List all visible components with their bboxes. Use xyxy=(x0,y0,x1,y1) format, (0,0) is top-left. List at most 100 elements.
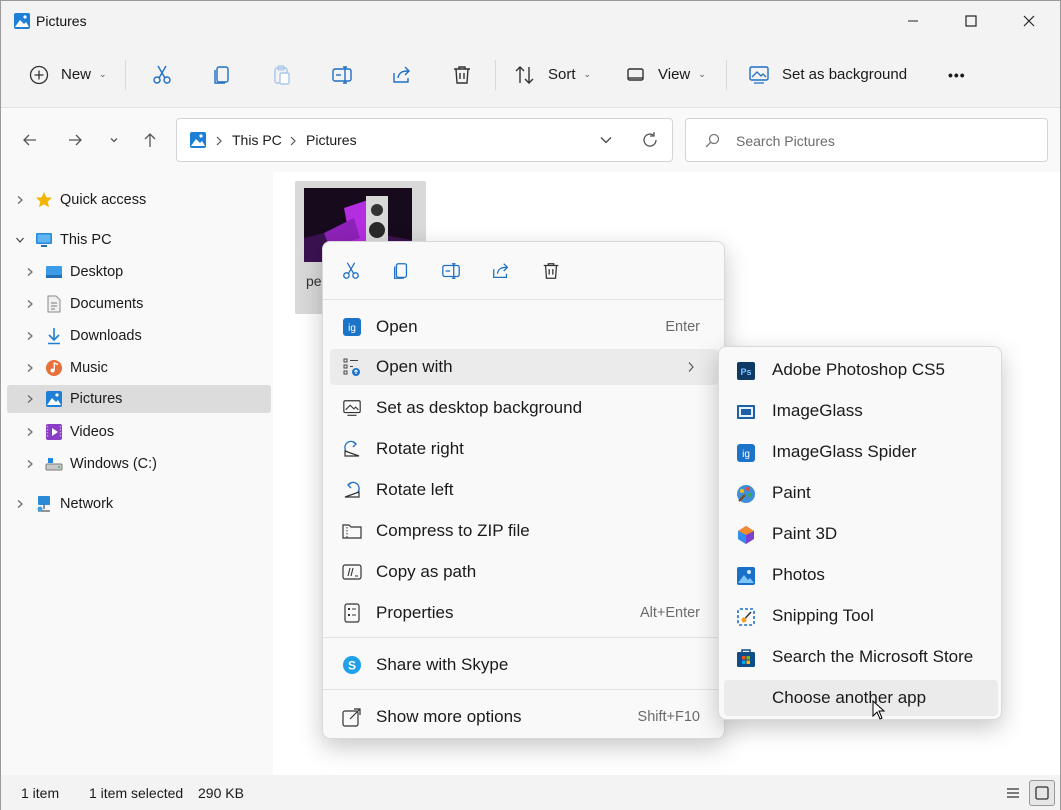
show-more-icon xyxy=(342,708,361,727)
address-bar[interactable]: This PC Pictures xyxy=(176,118,673,162)
details-view-icon xyxy=(1007,788,1019,798)
forward-button[interactable] xyxy=(63,128,87,152)
sidebar-item-documents[interactable]: Documents xyxy=(7,290,271,318)
sidebar-item-music[interactable]: Music xyxy=(7,354,271,382)
back-button[interactable] xyxy=(18,128,42,152)
context-delete-button[interactable] xyxy=(539,259,563,283)
menu-item-open-with[interactable]: Open with xyxy=(330,349,718,385)
sidebar-item-videos[interactable]: Videos xyxy=(7,418,271,446)
new-button[interactable]: New ⌄ xyxy=(29,41,107,108)
menu-item-rotate-right[interactable]: Rotate right xyxy=(330,431,718,467)
paste-button[interactable] xyxy=(271,41,293,108)
breadcrumb-pictures[interactable]: Pictures xyxy=(306,132,357,148)
context-cut-button[interactable] xyxy=(339,259,363,283)
copy-button[interactable] xyxy=(211,41,233,108)
view-button[interactable]: View ⌄ xyxy=(626,41,706,108)
arrow-up-icon xyxy=(144,133,156,147)
submenu-item-imageglass[interactable]: ImageGlass xyxy=(724,393,998,429)
menu-item-rotate-left[interactable]: Rotate left xyxy=(330,472,718,508)
chevron-right-icon[interactable] xyxy=(25,299,35,309)
share-icon xyxy=(393,66,410,83)
drive-icon xyxy=(45,458,63,471)
recent-locations-button[interactable] xyxy=(102,128,126,152)
share-icon xyxy=(493,263,509,278)
view-label: View xyxy=(658,66,691,83)
details-view-button[interactable] xyxy=(1003,783,1023,803)
photos-icon xyxy=(737,567,755,585)
chevron-right-icon[interactable] xyxy=(25,363,35,373)
rename-icon xyxy=(332,65,352,84)
chevron-right-icon[interactable] xyxy=(25,394,35,404)
menu-item-label: Open xyxy=(376,317,418,336)
star-icon xyxy=(36,192,52,208)
submenu-item-choose-another-app[interactable]: Choose another app xyxy=(724,680,998,716)
ellipsis-icon: ••• xyxy=(948,66,966,83)
chevron-right-icon[interactable] xyxy=(15,195,25,205)
breadcrumb-this-pc[interactable]: This PC xyxy=(232,132,282,148)
share-button[interactable] xyxy=(391,41,413,108)
paste-icon xyxy=(274,64,290,85)
menu-item-compress-zip[interactable]: Compress to ZIP file xyxy=(330,513,718,549)
submenu-item-microsoft-store[interactable]: Search the Microsoft Store xyxy=(724,639,998,675)
more-options-button[interactable]: ••• xyxy=(948,41,966,108)
sidebar-item-network[interactable]: Network xyxy=(7,490,271,518)
close-button[interactable] xyxy=(1000,1,1058,41)
menu-item-share-skype[interactable]: S Share with Skype xyxy=(330,647,718,683)
desktop-background-icon xyxy=(749,65,769,84)
cut-button[interactable] xyxy=(151,41,173,108)
context-rename-button[interactable] xyxy=(439,259,463,283)
download-arrow-icon xyxy=(48,328,60,345)
item-count: 1 item xyxy=(21,785,60,801)
rename-button[interactable] xyxy=(331,41,353,108)
file-name[interactable]: pe xyxy=(306,273,322,289)
chevron-right-icon xyxy=(688,362,694,372)
sidebar-item-quick-access[interactable]: Quick access xyxy=(7,186,271,214)
imageglass-spider-icon: ig xyxy=(737,444,755,462)
up-button[interactable] xyxy=(138,128,162,152)
submenu-item-paint[interactable]: Paint xyxy=(724,475,998,511)
sidebar-item-windows-c[interactable]: Windows (C:) xyxy=(7,450,271,478)
chevron-right-icon[interactable] xyxy=(25,459,35,469)
chevron-right-icon[interactable] xyxy=(25,331,35,341)
submenu-item-photos[interactable]: Photos xyxy=(724,557,998,593)
svg-text:ig: ig xyxy=(742,449,750,460)
maximize-button[interactable] xyxy=(942,1,1000,41)
sidebar-item-downloads[interactable]: Downloads xyxy=(7,322,271,350)
menu-item-properties[interactable]: Properties Alt+Enter xyxy=(330,595,718,631)
menu-item-copy-as-path[interactable]: Copy as path xyxy=(330,554,718,590)
chevron-right-icon[interactable] xyxy=(25,427,35,437)
sort-button[interactable]: Sort ⌄ xyxy=(514,41,591,108)
menu-item-open[interactable]: ig Open Enter xyxy=(330,309,718,345)
snipping-tool-icon xyxy=(737,608,755,626)
minimize-button[interactable] xyxy=(884,1,942,41)
submenu-item-photoshop[interactable]: Ps Adobe Photoshop CS5 xyxy=(724,352,998,388)
delete-button[interactable] xyxy=(451,41,473,108)
chevron-right-icon[interactable] xyxy=(15,499,25,509)
chevron-right-icon[interactable] xyxy=(25,267,35,277)
submenu-item-paint-3d[interactable]: Paint 3D xyxy=(724,516,998,552)
sidebar-item-this-pc[interactable]: This PC xyxy=(7,226,271,254)
arrow-left-icon xyxy=(23,134,36,146)
toolbar-divider xyxy=(726,60,727,90)
menu-item-set-desktop-background[interactable]: Set as desktop background xyxy=(330,390,718,426)
minimize-icon xyxy=(908,20,918,22)
context-copy-button[interactable] xyxy=(389,259,413,283)
copy-path-icon xyxy=(342,564,362,580)
submenu-item-snipping-tool[interactable]: Snipping Tool xyxy=(724,598,998,634)
set-as-background-button[interactable]: Set as background xyxy=(748,41,907,108)
address-dropdown-icon[interactable] xyxy=(600,135,612,145)
large-icons-view-button[interactable] xyxy=(1029,780,1055,806)
large-icons-view-icon xyxy=(1035,786,1049,800)
refresh-icon[interactable] xyxy=(641,131,659,149)
sidebar-item-desktop[interactable]: Desktop xyxy=(7,258,271,286)
search-box[interactable]: Search Pictures xyxy=(685,118,1048,162)
sidebar-item-label: Quick access xyxy=(60,192,147,208)
menu-item-show-more-options[interactable]: Show more options Shift+F10 xyxy=(330,699,718,735)
context-quick-actions xyxy=(323,242,724,300)
sidebar-item-pictures[interactable]: Pictures xyxy=(7,385,271,413)
desktop-background-icon xyxy=(343,400,361,416)
context-share-button[interactable] xyxy=(489,259,513,283)
zip-folder-icon xyxy=(342,524,362,539)
chevron-down-icon[interactable] xyxy=(15,235,25,245)
submenu-item-imageglass-spider[interactable]: ig ImageGlass Spider xyxy=(724,434,998,470)
